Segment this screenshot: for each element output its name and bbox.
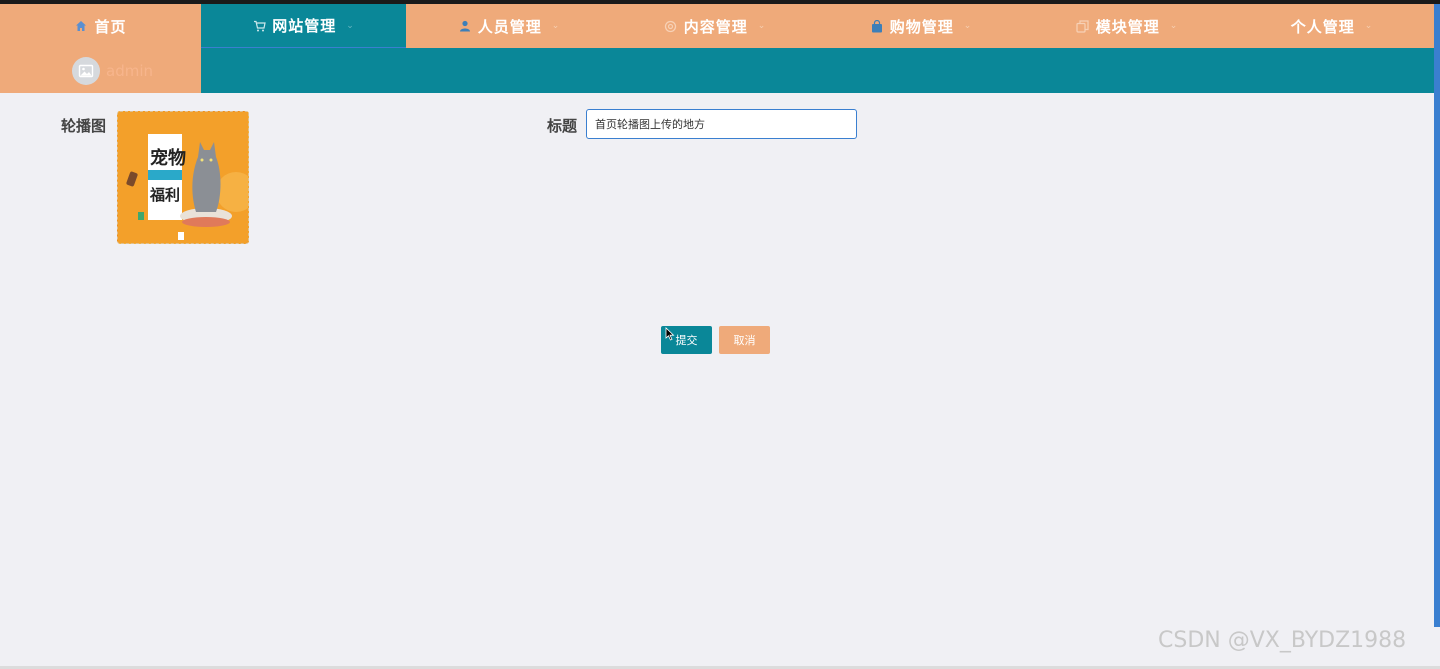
nav-item-module-management[interactable]: 模块管理 ⌄ (1024, 4, 1230, 48)
mouse-cursor-icon (665, 327, 675, 341)
carousel-image-upload[interactable]: 宠物 福利 (117, 111, 249, 244)
user-menu[interactable]: admin (0, 48, 201, 93)
nav-item-shopping-management[interactable]: 购物管理 ⌄ (818, 4, 1024, 48)
title-label: 标题 (547, 117, 578, 135)
pet-banner-image: 宠物 福利 (118, 112, 248, 243)
nav-item-label: 网站管理 (272, 17, 337, 35)
home-icon (74, 19, 88, 33)
top-navigation: 首页 网站管理 ⌄ 人员管理 ⌄ 内容管理 ⌄ 购物管理 ⌄ 模块管理 ⌄ 个人… (0, 4, 1434, 48)
title-input[interactable] (586, 109, 857, 139)
image-icon (78, 64, 94, 77)
user-icon (458, 19, 472, 33)
cancel-button[interactable]: 取消 (719, 326, 770, 354)
scrollbar[interactable] (1434, 4, 1440, 627)
avatar (72, 56, 100, 85)
nav-item-label: 人员管理 (477, 17, 542, 36)
carousel-label: 轮播图 (61, 117, 107, 135)
nav-item-label: 内容管理 (683, 17, 748, 36)
chevron-down-icon: ⌄ (1169, 21, 1179, 31)
shopping-bag-icon (870, 19, 884, 33)
svg-text:宠物: 宠物 (150, 147, 186, 169)
nav-item-personal-management[interactable]: 个人管理 ⌄ (1230, 4, 1434, 48)
nav-item-label: 首页 (94, 17, 127, 36)
nav-item-label: 个人管理 (1290, 17, 1355, 36)
nav-item-content-management[interactable]: 内容管理 ⌄ (612, 4, 818, 48)
copy-icon (1076, 19, 1090, 33)
sub-header-bar: admin (0, 48, 1434, 93)
username: admin (106, 61, 153, 80)
settings-icon (664, 19, 678, 33)
chevron-down-icon: ⌄ (757, 21, 767, 31)
nav-item-label: 购物管理 (889, 17, 954, 36)
svg-text:福利: 福利 (149, 186, 180, 204)
nav-item-personnel-management[interactable]: 人员管理 ⌄ (406, 4, 612, 48)
chevron-down-icon: ⌄ (1364, 21, 1374, 31)
watermark: CSDN @VX_BYDZ1988 (1158, 628, 1407, 653)
cart-icon (252, 19, 266, 33)
nav-item-website-management[interactable]: 网站管理 ⌄ (201, 4, 406, 48)
nav-item-label: 模块管理 (1095, 17, 1160, 36)
nav-item-home[interactable]: 首页 (0, 4, 201, 48)
chevron-down-icon: ⌄ (346, 20, 355, 31)
chevron-down-icon: ⌄ (963, 21, 973, 31)
chevron-down-icon: ⌄ (551, 21, 561, 31)
